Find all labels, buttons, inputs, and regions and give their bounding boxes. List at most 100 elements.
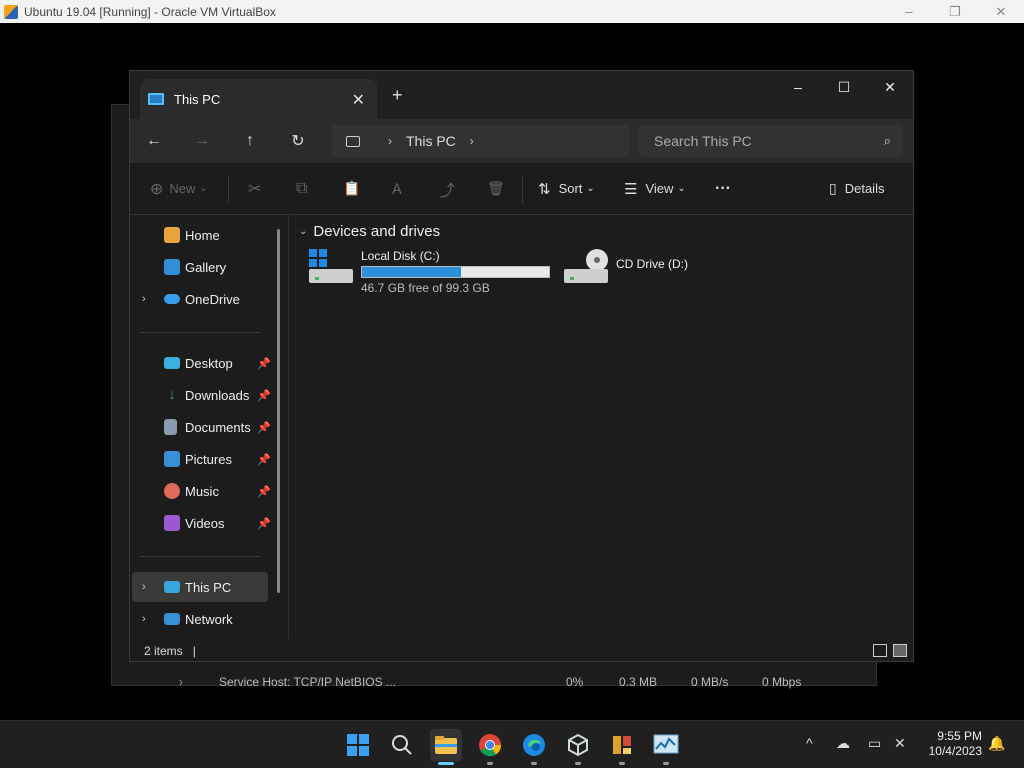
command-bar: ⊕ New ⌄ ✂ ⧉ 📋 Ａ ⤴ 🗑 ⇅ Sort ⌄ ☰ View ⌄ ··…	[130, 163, 913, 215]
more-options-button[interactable]: ···	[715, 180, 731, 198]
close-button[interactable]: ✕	[867, 71, 913, 103]
process-cpu: 0%	[566, 675, 584, 689]
sidebar-item-label: Gallery	[185, 259, 227, 275]
chrome-icon	[479, 734, 502, 757]
pin-icon[interactable]: 📌	[257, 453, 271, 466]
details-button[interactable]: ▯ Details	[829, 180, 884, 197]
group-header-devices[interactable]: ⌄ Devices and drives	[299, 223, 440, 240]
large-icons-view-icon[interactable]	[893, 644, 907, 657]
taskbar-file-explorer[interactable]	[430, 729, 462, 765]
delete-button[interactable]: 🗑	[487, 180, 505, 197]
new-label: New	[169, 181, 196, 196]
sidebar-item-pictures[interactable]: Pictures 📌	[132, 444, 271, 474]
pin-icon[interactable]: 📌	[257, 389, 271, 402]
rename-button[interactable]: Ａ	[390, 179, 404, 199]
details-label: Details	[844, 181, 885, 196]
sidebar-item-label: OneDrive	[185, 291, 240, 307]
virtualbox-icon	[568, 733, 588, 757]
host-minimize-button[interactable]: –	[886, 0, 932, 23]
folder-icon	[435, 736, 457, 754]
expand-icon[interactable]: ›	[142, 293, 146, 305]
drive-cd-d[interactable]: CD Drive (D:)	[564, 249, 688, 285]
taskbar-chrome[interactable]	[474, 729, 506, 765]
taskbar-monitor-app[interactable]	[650, 729, 682, 765]
chevron-right-icon[interactable]: ›	[388, 134, 392, 148]
pin-icon[interactable]: 📌	[257, 517, 271, 530]
pin-icon[interactable]: 📌	[257, 357, 271, 370]
onedrive-tray-icon[interactable]: ☁	[836, 735, 850, 752]
taskbar-virtualbox[interactable]	[562, 729, 594, 765]
videos-icon	[164, 515, 180, 531]
expand-icon[interactable]: ›	[142, 613, 146, 625]
sidebar-item-label: Documents	[185, 419, 251, 435]
sidebar-item-desktop[interactable]: Desktop 📌	[132, 348, 271, 378]
sidebar-item-this-pc[interactable]: › This PC	[132, 572, 268, 602]
command-separator	[228, 175, 229, 203]
document-icon	[164, 419, 177, 435]
clock-date: 10/4/2023	[928, 744, 982, 758]
cut-button[interactable]: ✂	[248, 179, 261, 199]
search-button[interactable]	[386, 729, 418, 761]
share-button[interactable]: ⤴	[439, 177, 455, 201]
sidebar-item-documents[interactable]: Documents 📌	[132, 412, 271, 442]
taskbar-edge[interactable]	[518, 729, 550, 765]
notification-bell-icon[interactable]: 🔔	[988, 735, 1005, 752]
search-input[interactable]: Search This PC ⌕	[639, 125, 903, 157]
home-icon	[164, 227, 180, 243]
background-process-row[interactable]: › Service Host: TCP/IP NetBIOS ... 0% 0.…	[111, 672, 877, 692]
host-close-button[interactable]: ✕	[978, 0, 1024, 23]
download-icon: ↓	[168, 386, 176, 403]
host-restore-button[interactable]: ❐	[932, 0, 978, 23]
tab-this-pc[interactable]: This PC ✕	[140, 79, 377, 119]
computer-icon	[346, 135, 360, 147]
chevron-down-icon: ⌄	[586, 183, 595, 194]
new-tab-button[interactable]: +	[392, 85, 403, 106]
expand-icon[interactable]: ›	[142, 581, 146, 593]
drive-name: Local Disk (C:)	[361, 249, 440, 263]
taskbar-tools-app[interactable]	[606, 729, 638, 765]
resource-monitor-icon	[653, 734, 679, 754]
address-bar[interactable]: › This PC ›	[332, 125, 630, 157]
show-hidden-icons-button[interactable]: ^	[806, 735, 813, 751]
forward-button[interactable]: →	[178, 132, 226, 150]
drive-local-disk-c[interactable]: Local Disk (C:) 46.7 GB free of 99.3 GB	[309, 249, 550, 295]
sidebar-item-gallery[interactable]: Gallery	[132, 252, 268, 282]
desktop-icon	[164, 357, 180, 369]
network-icon	[164, 613, 180, 625]
navigation-scrollbar[interactable]	[277, 229, 280, 593]
refresh-button[interactable]: ↻	[274, 131, 322, 151]
tab-close-icon[interactable]: ✕	[352, 90, 365, 110]
up-button[interactable]: ↑	[226, 132, 274, 150]
start-button[interactable]	[342, 729, 374, 761]
drive-name: CD Drive (D:)	[616, 257, 688, 271]
breadcrumb-this-pc[interactable]: This PC	[406, 133, 456, 149]
minimize-button[interactable]: –	[775, 71, 821, 103]
volume-muted-icon[interactable]: ✕	[894, 735, 906, 752]
paste-button[interactable]: 📋	[343, 180, 360, 197]
details-view-icon[interactable]	[873, 644, 887, 657]
content-pane: ⌄ Devices and drives Local Disk (C:) 46.…	[289, 215, 915, 639]
maximize-button[interactable]: ☐	[821, 71, 867, 103]
copy-button[interactable]: ⧉	[296, 180, 307, 198]
sort-button[interactable]: ⇅ Sort ⌄	[538, 180, 595, 198]
system-clock[interactable]: 9:55 PM 10/4/2023	[918, 729, 982, 759]
search-placeholder: Search This PC	[654, 133, 752, 149]
pin-icon[interactable]: 📌	[257, 485, 271, 498]
sidebar-item-music[interactable]: Music 📌	[132, 476, 271, 506]
sidebar-item-home[interactable]: Home	[132, 220, 268, 250]
pin-icon[interactable]: 📌	[257, 421, 271, 434]
search-icon[interactable]: ⌕	[884, 133, 891, 149]
sidebar-item-network[interactable]: › Network	[132, 604, 268, 634]
taskbar: ^ ☁ ▭ ✕ 9:55 PM 10/4/2023 🔔	[0, 720, 1024, 768]
process-expand-icon[interactable]: ›	[179, 675, 183, 689]
disc-icon	[586, 249, 608, 271]
new-button[interactable]: ⊕ New ⌄	[150, 179, 208, 199]
chevron-right-icon[interactable]: ›	[470, 134, 474, 148]
network-tray-icon[interactable]: ▭	[868, 735, 881, 752]
sidebar-item-downloads[interactable]: ↓ Downloads 📌	[132, 380, 271, 410]
view-button[interactable]: ☰ View ⌄	[624, 180, 686, 198]
sidebar-item-videos[interactable]: Videos 📌	[132, 508, 271, 538]
sidebar-item-onedrive[interactable]: › OneDrive	[132, 284, 268, 314]
back-button[interactable]: ←	[130, 132, 178, 150]
text-caret: |	[192, 644, 196, 658]
